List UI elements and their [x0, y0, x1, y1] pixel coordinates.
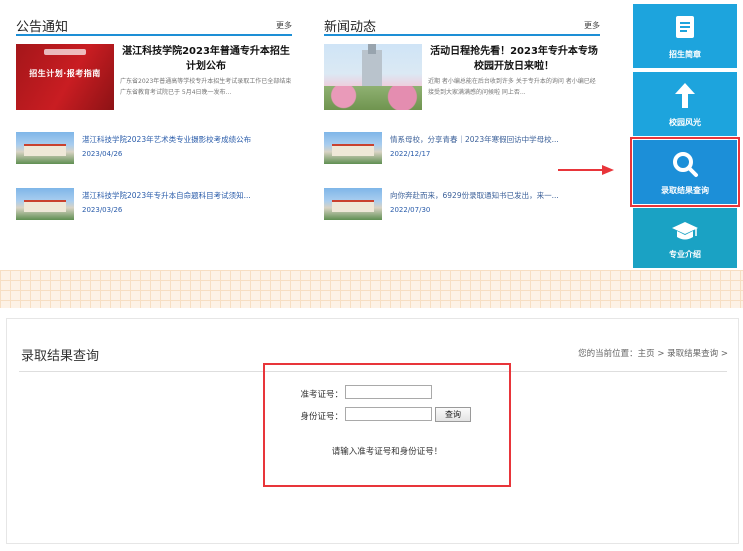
- news-header: 新闻动态 更多: [324, 12, 600, 36]
- news-feature[interactable]: 活动日程抢先看！2023年专升本专场校园开放日来啦！ 近期 者小编总能在后台收到…: [324, 44, 600, 120]
- list-item-date: 2022/12/17: [390, 150, 431, 158]
- list-item-thumbnail[interactable]: [324, 188, 382, 220]
- notice-more-link[interactable]: 更多: [276, 20, 292, 31]
- tile-campus-scenery-label: 校园风光: [669, 118, 701, 127]
- list-item-thumbnail[interactable]: [16, 188, 74, 220]
- tile-brochure[interactable]: 招生简章: [633, 4, 737, 68]
- tile-admission-query[interactable]: 录取结果查询: [630, 137, 740, 207]
- exam-number-input[interactable]: [345, 385, 432, 399]
- list-item[interactable]: 湛江科技学院2023年专升本自命题科目考试须知... 2023/03/26: [16, 184, 292, 232]
- list-item-date: 2023/03/26: [82, 206, 123, 214]
- exam-number-label: 准考证号：: [300, 390, 343, 400]
- tile-admission-query-label: 录取结果查询: [661, 186, 709, 195]
- notice-feature-image-text: 招生计划·报考指南: [29, 69, 101, 78]
- notice-feature-title[interactable]: 湛江科技学院2023年普通专升本招生计划公布: [120, 44, 292, 74]
- list-item-thumbnail[interactable]: [16, 132, 74, 164]
- arrow-up-icon: [675, 83, 695, 108]
- list-item[interactable]: 湛江科技学院2023年艺术类专业摄影校考成绩公布 2023/04/26: [16, 128, 292, 176]
- news-title: 新闻动态: [324, 20, 377, 35]
- page-title: 录取结果查询: [21, 349, 100, 364]
- decorative-band: [0, 270, 743, 308]
- news-column: 新闻动态 更多 活动日程抢先看！2023年专升本专场校园开放日来啦！ 近期 者小…: [324, 12, 600, 232]
- news-feature-image[interactable]: [324, 44, 422, 110]
- news-more-link[interactable]: 更多: [584, 20, 600, 31]
- id-number-label: 身份证号：: [300, 412, 343, 422]
- graduation-cap-icon: [672, 222, 698, 240]
- list-item-title[interactable]: 向你奔赴而来，6929份录取通知书已发出，来一...: [390, 190, 600, 201]
- pointer-arrow-icon: [558, 165, 614, 175]
- tile-majors[interactable]: 专业介绍: [633, 208, 737, 268]
- list-item-thumbnail[interactable]: [324, 132, 382, 164]
- tile-brochure-label: 招生简章: [669, 50, 701, 59]
- query-form: 准考证号： 身份证号： 查询 请输入准考证号和身份证号！: [263, 363, 511, 487]
- search-icon: [673, 152, 698, 177]
- notice-header: 公告通知 更多: [16, 12, 292, 36]
- notice-title: 公告通知: [16, 20, 69, 35]
- list-item-date: 2022/07/30: [390, 206, 431, 214]
- form-hint: 请输入准考证号和身份证号！: [331, 447, 443, 457]
- news-feature-title[interactable]: 活动日程抢先看！2023年专升本专场校园开放日来啦！: [428, 44, 600, 74]
- notice-feature-excerpt: 广东省2023年普通高等学校专升本招生考试录取工作已全部结束 广东省教育考试院已…: [120, 78, 292, 96]
- news-feature-excerpt: 近期 者小编总能在后台收到许多 关于专升本的询问 者小编已经接受到大家满满感的问…: [428, 78, 596, 96]
- list-item-title[interactable]: 情系母校，分享青春｜2023年寒假回访中学母校...: [390, 134, 600, 145]
- notice-feature-image[interactable]: 招生计划·报考指南: [16, 44, 114, 110]
- admission-query-panel: 录取结果查询 您的当前位置：主页 > 录取结果查询 > 准考证号： 身份证号： …: [6, 318, 739, 544]
- notice-column: 公告通知 更多 招生计划·报考指南 湛江科技学院2023年普通专升本招生计划公布…: [16, 12, 292, 232]
- list-item-title[interactable]: 湛江科技学院2023年艺术类专业摄影校考成绩公布: [82, 134, 292, 145]
- page: 公告通知 更多 招生计划·报考指南 湛江科技学院2023年普通专升本招生计划公布…: [0, 0, 743, 551]
- list-item-title[interactable]: 湛江科技学院2023年专升本自命题科目考试须知...: [82, 190, 292, 201]
- list-item[interactable]: 向你奔赴而来，6929份录取通知书已发出，来一... 2022/07/30: [324, 184, 600, 232]
- tile-campus-scenery[interactable]: 校园风光: [633, 72, 737, 136]
- id-number-input[interactable]: [345, 407, 432, 421]
- list-item-date: 2023/04/26: [82, 150, 123, 158]
- breadcrumb[interactable]: 您的当前位置：主页 > 录取结果查询 >: [578, 347, 728, 359]
- tile-majors-label: 专业介绍: [669, 250, 701, 259]
- query-button[interactable]: 查询: [435, 407, 471, 422]
- document-icon: [676, 16, 694, 38]
- school-logo: [44, 49, 86, 55]
- notice-feature[interactable]: 招生计划·报考指南 湛江科技学院2023年普通专升本招生计划公布 广东省2023…: [16, 44, 292, 120]
